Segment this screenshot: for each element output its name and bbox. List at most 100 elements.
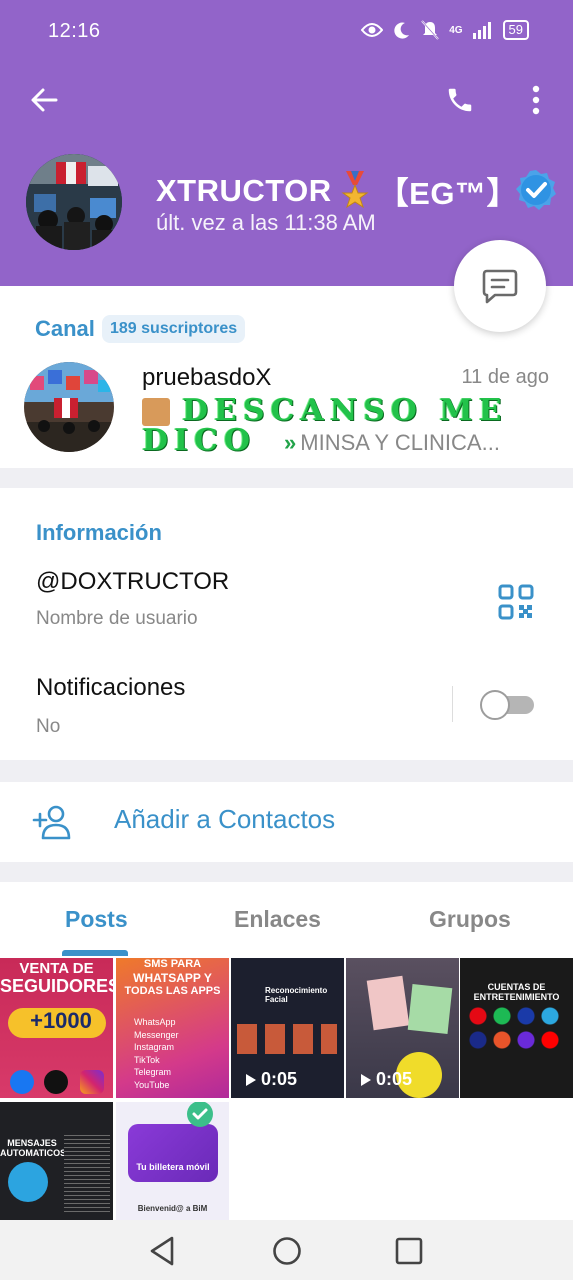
call-button[interactable] [438, 80, 482, 120]
status-icons: 4G 59 [361, 20, 529, 40]
medal-icon [341, 170, 369, 208]
terminal-text [64, 1132, 110, 1212]
play-icon [246, 1073, 256, 1086]
tab-enlaces[interactable]: Enlaces [234, 906, 321, 933]
profile-avatar-image [26, 154, 122, 250]
signal-icon [472, 22, 491, 39]
tab-grupos[interactable]: Grupos [429, 906, 511, 933]
profile-title-row: XTRUCTOR 【EG™】 [156, 168, 518, 213]
media-item-text: Reconocimiento Facial [265, 986, 328, 1004]
nav-home-icon[interactable] [270, 1234, 304, 1268]
preview-thumbnail [142, 398, 170, 426]
channel-date: 11 de ago [461, 366, 550, 388]
status-time: 12:16 [48, 20, 101, 42]
app-list-item: WhatsApp [134, 1017, 176, 1027]
telegram-logo [8, 1162, 48, 1202]
add-contact-label: Añadir a Contactos [114, 804, 336, 834]
streaming-logos [468, 1006, 566, 1066]
arrow-left-icon [31, 88, 58, 112]
app-list-item: Messenger [134, 1029, 179, 1040]
channel-avatar [24, 362, 114, 452]
message-fab[interactable] [454, 240, 546, 332]
video-thumb-card [407, 984, 453, 1034]
facebook-icon [10, 1070, 34, 1094]
nav-back-icon[interactable] [146, 1234, 180, 1268]
preview-arrows: » [284, 430, 297, 455]
add-user-icon [32, 805, 71, 840]
media-item-text: CUENTAS DE ENTRETENIMIENTO [473, 982, 560, 1002]
mute-bell-icon [421, 20, 439, 40]
profile-avatar[interactable] [26, 154, 122, 250]
tiktok-icon [44, 1070, 68, 1094]
instagram-icon [80, 1070, 104, 1094]
app-list: WhatsApp Messenger Instagram TikTok Tele… [134, 1016, 179, 1091]
message-icon [482, 269, 518, 304]
system-nav-bar [0, 1220, 573, 1280]
notifications-divider [452, 686, 453, 722]
video-thumb-card [366, 975, 410, 1031]
qr-code-icon[interactable] [498, 584, 534, 620]
channel-name: pruebasdoX [142, 364, 272, 391]
app-list-item: Telegram [134, 1067, 172, 1077]
media-item-text: Tu billetera móvil [136, 1162, 210, 1172]
tab-posts[interactable]: Posts [65, 906, 128, 933]
notifications-toggle[interactable] [480, 690, 536, 720]
media-tabs: Posts Enlaces Grupos [0, 882, 573, 958]
app-list-item: TikTok [134, 1054, 160, 1065]
preview-text: MINSA Y CLINICA... [300, 430, 500, 455]
media-item[interactable]: Reconocimiento Facial 0:05 [231, 958, 344, 1098]
eye-icon [361, 23, 384, 37]
last-seen-text: últ. vez a las 11:38 AM [156, 210, 376, 235]
username-row[interactable]: @DOXTRUCTOR Nombre de usuario [0, 554, 573, 634]
profile-page: 12:16 4G 59 XTRUCTOR 【EG™】 últ. vez a la… [0, 0, 573, 1280]
info-card: Información @DOXTRUCTOR Nombre de usuari… [0, 488, 573, 760]
status-bar: 12:16 4G 59 [0, 0, 573, 64]
nav-recents-icon[interactable] [392, 1234, 426, 1268]
add-contact-row[interactable]: Añadir a Contactos [0, 782, 573, 862]
notifications-title: Notificaciones [36, 674, 186, 701]
channel-section-title: Canal [35, 316, 95, 341]
network-label: 4G [449, 24, 463, 36]
back-button[interactable] [22, 80, 66, 120]
info-section-title: Información [36, 520, 162, 545]
notifications-value: No [36, 716, 61, 737]
preview-text-row: » MINSA Y CLINICA... [284, 430, 500, 456]
subscribers-badge: 189 suscriptores [102, 315, 246, 343]
channel-avatar-image [24, 362, 114, 452]
channel-row[interactable]: pruebasdoX 11 de ago DESCANSO ME DICO » M… [0, 346, 573, 466]
media-item-text: SEGUIDORES [0, 976, 113, 996]
more-options-button[interactable] [516, 80, 556, 120]
app-list-item: YouTube [134, 1079, 170, 1090]
notifications-row[interactable]: Notificaciones No [0, 658, 573, 758]
preview-deco-line1: DESCANSO ME [182, 393, 508, 428]
video-duration-text: 0:05 [261, 1069, 298, 1089]
media-item-text: VENTA DE [19, 960, 94, 977]
media-item[interactable]: 0:05 [346, 958, 459, 1098]
media-item-text: +1000 [30, 1008, 92, 1033]
media-item[interactable]: SMS PARA WHATSAPP Y TODAS LAS APPS Whats… [116, 958, 229, 1098]
video-thumb-faces [237, 1024, 337, 1054]
more-vertical-icon [532, 85, 540, 115]
media-item[interactable]: CUENTAS DE ENTRETENIMIENTO [460, 958, 573, 1098]
media-item-text: TODAS LAS APPS [124, 985, 221, 997]
play-icon [361, 1073, 371, 1086]
toggle-knob [480, 690, 510, 720]
profile-name: XTRUCTOR [156, 172, 332, 208]
bim-card [128, 1124, 218, 1182]
media-item-text: SMS PARA [143, 958, 202, 970]
video-duration: 0:05 [360, 1069, 412, 1090]
media-item[interactable]: VENTA DE SEGUIDORES +1000 [0, 958, 113, 1098]
username-label: Nombre de usuario [36, 608, 198, 629]
selected-check-icon [187, 1102, 213, 1127]
video-duration: 0:05 [245, 1069, 297, 1090]
moon-icon [394, 22, 410, 39]
media-item-text: MENSAJES AUTOMATICOS [0, 1138, 67, 1158]
media-item[interactable]: MENSAJES AUTOMATICOS [0, 1102, 113, 1220]
phone-icon [448, 88, 472, 112]
active-tab-indicator [62, 950, 128, 956]
preview-deco-line2: DICO [142, 423, 257, 458]
username-value: @DOXTRUCTOR [36, 568, 230, 595]
verified-badge-icon [516, 170, 556, 210]
video-duration-text: 0:05 [376, 1069, 413, 1089]
media-item[interactable]: Tu billetera móvil Bienvenid@ a BiM [116, 1102, 229, 1220]
